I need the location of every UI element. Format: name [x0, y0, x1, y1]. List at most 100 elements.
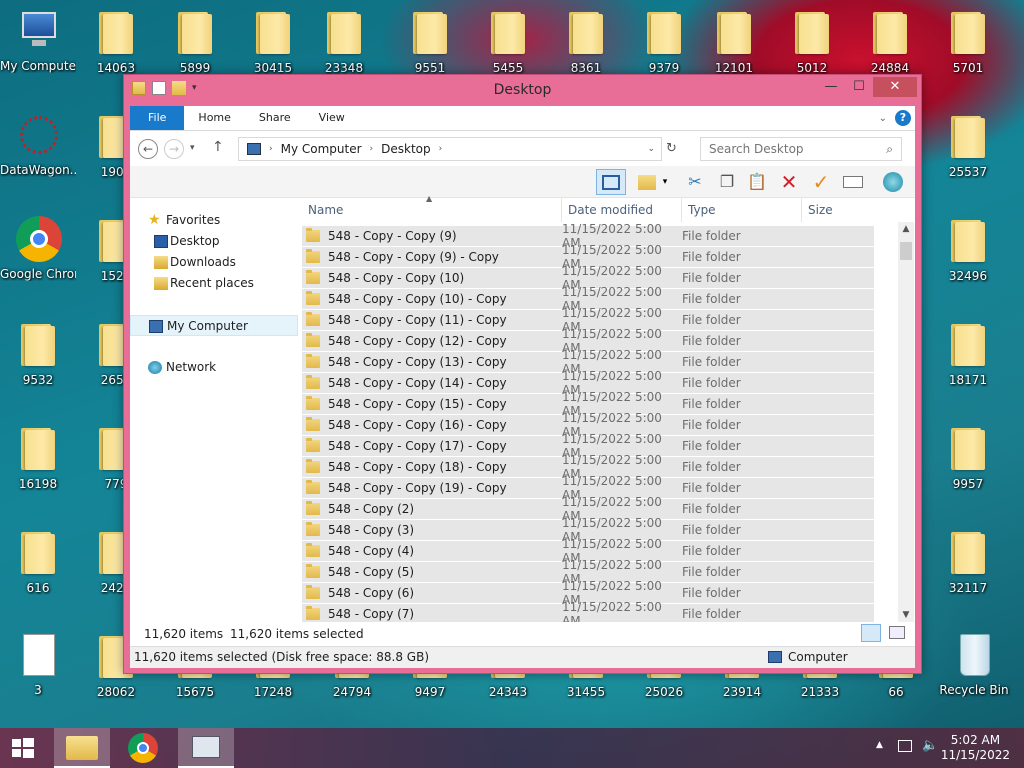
folder-icon — [306, 417, 320, 431]
address-dropdown-icon[interactable]: ⌄ — [647, 144, 655, 154]
delete-icon[interactable]: ✕ — [776, 169, 802, 195]
search-box[interactable]: ⌕ — [700, 137, 902, 161]
nav-desktop[interactable]: Desktop — [130, 231, 298, 252]
title-bar[interactable]: ▾ Desktop — ☐ ✕ — [124, 75, 921, 105]
breadcrumb-my-computer[interactable]: My Computer — [281, 142, 362, 156]
file-type: File folder — [682, 565, 741, 579]
desktop-icon-27[interactable]: 32117 — [930, 528, 1006, 595]
desktop-icon-12[interactable]: 5701 — [930, 8, 1006, 75]
column-date-modified[interactable]: Date modified — [562, 198, 682, 222]
options-dropdown-icon[interactable]: ▾ — [658, 169, 672, 195]
preview-pane-icon[interactable] — [596, 169, 626, 195]
tab-share[interactable]: Share — [245, 106, 305, 130]
desktop-icon-15[interactable]: 25537 — [930, 112, 1006, 179]
refresh-icon[interactable]: ↻ — [666, 141, 677, 156]
scroll-up-icon[interactable]: ▲ — [898, 224, 914, 234]
file-name: 548 - Copy (2) — [328, 502, 415, 516]
breadcrumb-desktop[interactable]: Desktop — [381, 142, 431, 156]
explorer-window: ▾ Desktop — ☐ ✕ File Home Share View ⌄ ?… — [123, 74, 922, 674]
datawagon-icon — [14, 112, 62, 160]
recent-locations-icon[interactable]: ▾ — [190, 143, 195, 153]
folder-icon — [306, 522, 320, 536]
tab-view[interactable]: View — [305, 106, 359, 130]
desktop-icon-40[interactable]: Recycle Bin — [936, 632, 1012, 697]
desktop-icon-label: My Computer — [0, 59, 76, 73]
details-view-icon[interactable] — [861, 624, 881, 642]
rename-icon[interactable] — [840, 169, 866, 195]
nav-network[interactable]: Network — [130, 357, 298, 378]
desktop-icon-3[interactable]: 30415 — [235, 8, 311, 75]
folder-options-icon[interactable] — [634, 169, 660, 195]
desktop-icon-13[interactable]: DataWagon... — [0, 112, 76, 177]
computer-icon — [149, 320, 163, 333]
clock[interactable]: 5:02 AM 11/15/2022 — [941, 733, 1010, 763]
file-name: 548 - Copy - Copy (17) - Copy — [328, 439, 507, 453]
desktop-icon-1[interactable]: 14063 — [78, 8, 154, 75]
desktop-icon-11[interactable]: 24884 — [852, 8, 928, 75]
nav-downloads[interactable]: Downloads — [130, 252, 298, 273]
desktop-icon-5[interactable]: 9551 — [392, 8, 468, 75]
desktop-icon-label: 9379 — [648, 61, 680, 75]
desktop-icon-25[interactable]: 616 — [0, 528, 76, 595]
file-explorer-taskbar-button[interactable] — [54, 728, 110, 768]
chrome-taskbar-button[interactable] — [116, 728, 172, 768]
large-icons-view-icon[interactable] — [889, 626, 905, 639]
desktop-icon-18[interactable]: 32496 — [930, 216, 1006, 283]
column-name[interactable]: Name — [302, 198, 562, 222]
up-button[interactable]: ↑ — [212, 139, 224, 155]
paste-icon[interactable]: 📋 — [744, 169, 770, 195]
file-type: File folder — [682, 313, 741, 327]
desktop-icon-28[interactable]: 3 — [0, 632, 76, 697]
tab-file[interactable]: File — [130, 106, 185, 130]
desktop-icon-label: 15675 — [175, 685, 215, 699]
desktop-icon-8[interactable]: 9379 — [626, 8, 702, 75]
desktop-icon-16[interactable]: Google Chrome — [0, 216, 76, 281]
help-icon[interactable]: ? — [895, 110, 911, 126]
desktop-icon-2[interactable]: 5899 — [157, 8, 233, 75]
desktop-icon-21[interactable]: 18171 — [930, 320, 1006, 387]
nav-favorites[interactable]: ★ Favorites — [130, 210, 298, 231]
shell-icon[interactable] — [880, 169, 906, 195]
computer-location-icon — [768, 651, 782, 663]
column-size[interactable]: Size — [802, 198, 878, 222]
back-button[interactable]: ← — [138, 139, 158, 159]
nav-desktop-label: Desktop — [170, 234, 220, 248]
desktop-icon-19[interactable]: 9532 — [0, 320, 76, 387]
file-name: 548 - Copy - Copy (9) — [328, 229, 457, 243]
scroll-down-icon[interactable]: ▼ — [898, 610, 914, 620]
file-name: 548 - Copy - Copy (19) - Copy — [328, 481, 507, 495]
search-icon[interactable]: ⌕ — [886, 138, 893, 160]
nav-my-computer[interactable]: My Computer — [130, 315, 298, 336]
close-button[interactable]: ✕ — [873, 77, 917, 97]
column-type[interactable]: Type — [682, 198, 802, 222]
desktop-icon-7[interactable]: 8361 — [548, 8, 624, 75]
minimize-button[interactable]: — — [817, 77, 845, 97]
tab-home[interactable]: Home — [184, 106, 244, 130]
tray-overflow-icon[interactable]: ▲ — [876, 740, 883, 750]
desktop-icon-0[interactable]: My Computer — [0, 8, 76, 73]
cut-icon[interactable]: ✂ — [682, 169, 708, 195]
address-field[interactable]: › My Computer › Desktop › ⌄ — [238, 137, 662, 161]
desktop-icon-4[interactable]: 23348 — [306, 8, 382, 75]
file-name-cell: 548 - Copy (5) — [302, 564, 562, 579]
start-button[interactable] — [0, 728, 46, 768]
desktop-icon-label: 28062 — [96, 685, 136, 699]
network-tray-icon[interactable] — [898, 740, 912, 752]
expand-ribbon-icon[interactable]: ⌄ — [879, 113, 887, 124]
desktop-icon-6[interactable]: 5455 — [470, 8, 546, 75]
file-name-cell: 548 - Copy - Copy (9) — [302, 228, 562, 243]
scrollbar-thumb[interactable] — [900, 242, 912, 260]
nav-recent-places[interactable]: Recent places — [130, 273, 298, 294]
vertical-scrollbar[interactable]: ▲ ▼ — [898, 222, 914, 622]
desktop-icon-24[interactable]: 9957 — [930, 424, 1006, 491]
maximize-button[interactable]: ☐ — [845, 77, 873, 97]
forward-button[interactable]: → — [164, 139, 184, 159]
copy-icon[interactable]: ❐ — [714, 169, 740, 195]
volume-icon[interactable]: 🔈 — [922, 738, 938, 753]
desktop-icon-10[interactable]: 5012 — [774, 8, 850, 75]
search-input[interactable] — [709, 142, 869, 156]
desktop-icon-22[interactable]: 16198 — [0, 424, 76, 491]
desktop-icon-9[interactable]: 12101 — [696, 8, 772, 75]
monitor-app-taskbar-button[interactable] — [178, 728, 234, 768]
checkmark-icon[interactable]: ✓ — [808, 169, 834, 195]
